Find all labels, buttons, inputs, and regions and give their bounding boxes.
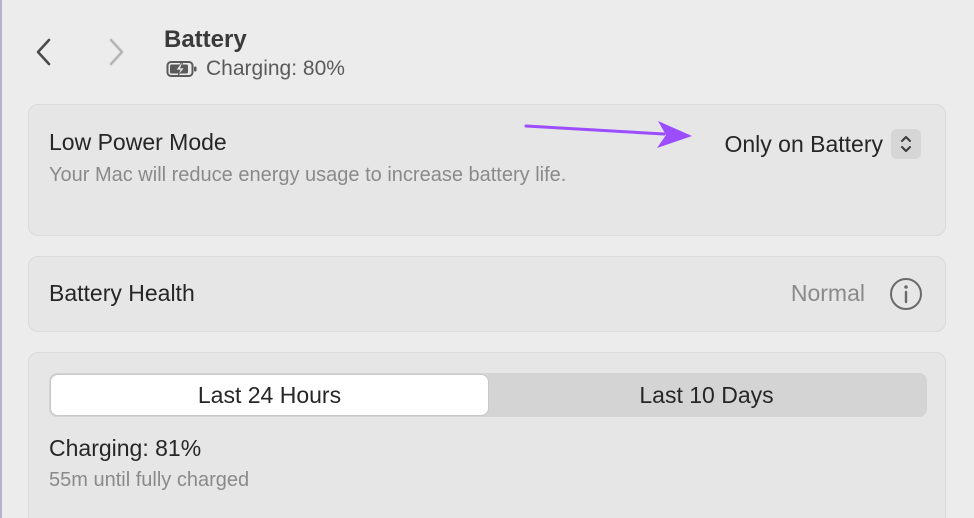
info-icon[interactable]: [889, 277, 923, 311]
annotation-arrow-icon: [524, 121, 692, 148]
low-power-mode-card: Low Power Mode Your Mac will reduce ener…: [28, 104, 946, 236]
back-button[interactable]: [30, 34, 58, 70]
window-edge: [0, 0, 2, 518]
time-range-segmented-control: Last 24 Hours Last 10 Days: [49, 373, 927, 417]
up-down-chevron-icon: [891, 129, 921, 159]
usage-charging-status: Charging: 81%: [49, 435, 202, 461]
charging-status: Charging: 80%: [166, 57, 345, 81]
battery-usage-card: Last 24 Hours Last 10 Days Charging: 81%…: [28, 352, 946, 518]
low-power-mode-select[interactable]: Only on Battery: [724, 127, 921, 161]
tab-last-24-hours[interactable]: Last 24 Hours: [51, 375, 488, 415]
battery-charging-icon: [166, 60, 198, 78]
battery-settings-page: Battery Charging: 80% Low Power Mode You…: [0, 0, 974, 518]
forward-button[interactable]: [102, 34, 130, 70]
chevron-left-icon: [36, 38, 51, 66]
battery-health-label: Battery Health: [49, 280, 195, 306]
battery-health-card: Battery Health Normal: [28, 256, 946, 332]
battery-health-value: Normal: [790, 280, 865, 306]
chevron-right-icon: [109, 38, 124, 66]
low-power-mode-description: Your Mac will reduce energy usage to inc…: [49, 164, 567, 186]
page-title: Battery: [164, 26, 247, 53]
charging-status-text: Charging: 80%: [206, 57, 345, 80]
low-power-mode-label: Low Power Mode: [49, 129, 227, 155]
tab-last-10-days[interactable]: Last 10 Days: [488, 375, 925, 415]
low-power-mode-value: Only on Battery: [724, 130, 883, 157]
time-until-charged: 55m until fully charged: [49, 469, 250, 491]
